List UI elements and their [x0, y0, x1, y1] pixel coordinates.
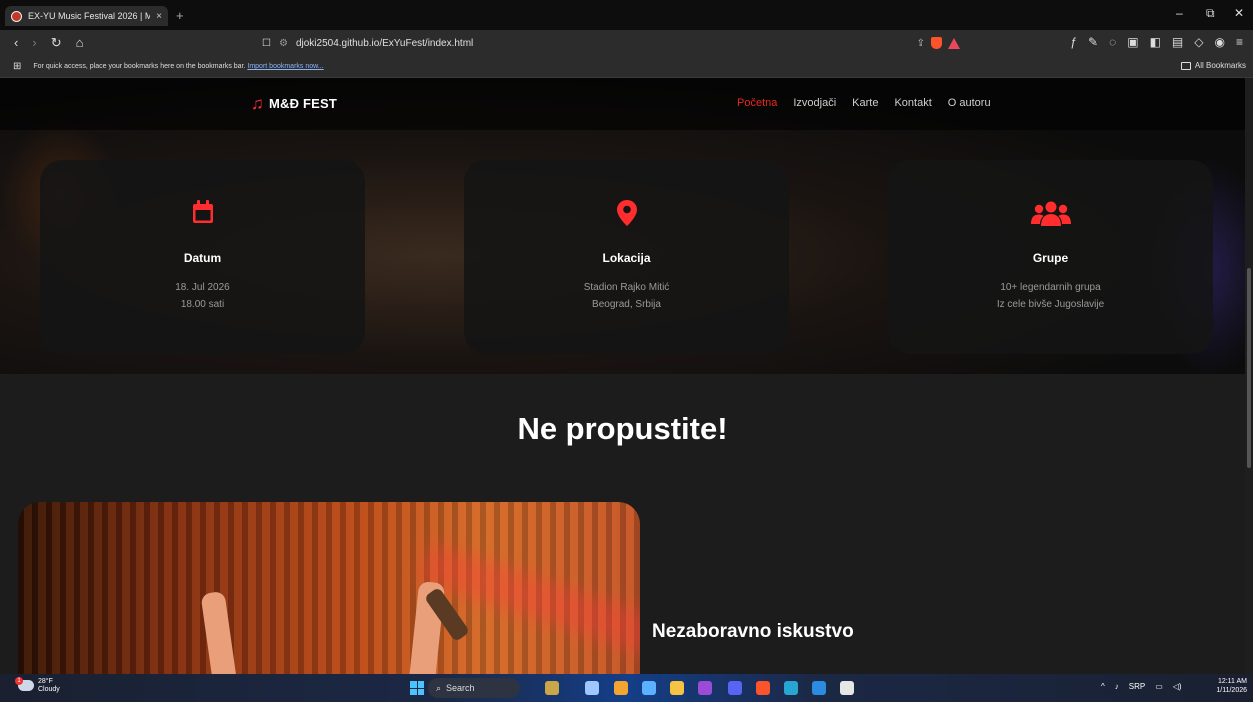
calendar-icon	[192, 200, 214, 229]
clock-time: 12:11 AM	[1217, 678, 1247, 685]
chat-icon[interactable]: ◌	[1109, 35, 1116, 49]
word-icon[interactable]	[840, 681, 854, 695]
home-icon[interactable]: ⌂	[76, 35, 84, 51]
microphone-icon[interactable]: ♪	[1115, 682, 1119, 691]
os-taskbar: 1 28°F Cloudy ⌕ Search ^ ♪ SRP ▭ ◁) 12:11…	[0, 674, 1253, 702]
bookmarks-hint: For quick access, place your bookmarks h…	[33, 63, 246, 70]
info-card-datum: Datum 18. Jul 2026 18.00 sati	[40, 160, 365, 354]
taskbar-clock[interactable]: 12:11 AM 1/11/2026	[1216, 677, 1247, 695]
site-logo[interactable]: ♫ M&Đ FEST	[251, 95, 337, 112]
tab-title: EX-YU Music Festival 2026 | M&	[28, 11, 151, 21]
card-line: 18.00 sati	[180, 299, 225, 310]
extension-icon[interactable]: ƒ	[1070, 35, 1077, 49]
site-favicon-icon	[11, 10, 22, 22]
vpn-icon[interactable]: ◉	[1215, 35, 1225, 49]
users-group-icon	[1030, 200, 1071, 231]
main-menu: Početna Izvodjači Karte Kontakt O autoru	[737, 97, 991, 109]
brave-rewards-icon[interactable]	[948, 37, 960, 49]
weather-temp: 28°F	[38, 678, 53, 685]
address-bar[interactable]: ☐ ⚙ djoki2504.github.io/ExYuFest/index.h…	[262, 33, 968, 53]
tab-close-icon[interactable]: ×	[156, 11, 162, 22]
volume-icon[interactable]: ◁)	[1173, 682, 1182, 691]
page-viewport: ♫ M&Đ FEST Početna Izvodjači Karte Konta…	[0, 78, 1245, 674]
brave-taskbar-icon[interactable]	[756, 681, 770, 695]
leo-icon[interactable]: ◇	[1194, 35, 1203, 49]
info-card-grupe: Grupe 10+ legendarnih grupa Iz cele bivš…	[888, 160, 1213, 354]
screenshot-icon[interactable]: ▣	[1127, 35, 1138, 49]
card-line: Stadion Rajko Mitić	[583, 282, 670, 293]
task-view-icon[interactable]	[585, 681, 599, 695]
weather-badge: 1	[15, 677, 23, 686]
language-indicator[interactable]: SRP	[1129, 682, 1145, 691]
search-label: Search	[446, 683, 475, 693]
windows-start-icon[interactable]	[410, 681, 424, 695]
music-note-icon: ♫	[251, 94, 264, 113]
bookmarks-bar: ⊞ For quick access, place your bookmarks…	[0, 56, 1253, 78]
file-explorer-icon[interactable]	[614, 681, 628, 695]
edge-icon[interactable]	[784, 681, 798, 695]
display-icon[interactable]: ▭	[1155, 682, 1163, 691]
nav-item-kontakt[interactable]: Kontakt	[894, 97, 931, 109]
heart-app-icon[interactable]	[698, 681, 712, 695]
all-bookmarks-label: All Bookmarks	[1194, 61, 1246, 70]
bookmark-page-icon[interactable]: ☐	[262, 38, 271, 49]
page-scrollbar[interactable]	[1245, 78, 1253, 674]
scrollbar-thumb[interactable]	[1247, 268, 1251, 468]
vscode-icon[interactable]	[812, 681, 826, 695]
section-title: Ne propustite!	[517, 411, 728, 446]
apps-grid-icon[interactable]: ⊞	[13, 61, 21, 72]
new-tab-button[interactable]: +	[176, 8, 184, 23]
card-title: Grupe	[1032, 251, 1069, 265]
card-line: Iz cele bivše Jugoslavije	[996, 299, 1105, 310]
browser-toolbar: ‹ › ↻ ⌂ ☐ ⚙ djoki2504.github.io/ExYuFest…	[0, 30, 1253, 56]
all-bookmarks-button[interactable]: All Bookmarks	[1180, 61, 1246, 70]
card-title: Lokacija	[602, 251, 651, 265]
browser-tab-active[interactable]: EX-YU Music Festival 2026 | M& ×	[5, 6, 168, 26]
menu-icon[interactable]: ≡	[1236, 35, 1243, 49]
close-window-button[interactable]: ✕	[1234, 6, 1244, 20]
brave-shields-icon[interactable]	[931, 37, 942, 49]
search-icon: ⌕	[436, 682, 442, 693]
pen-icon[interactable]: ✎	[1088, 35, 1098, 49]
card-line: 10+ legendarnih grupa	[1000, 282, 1101, 293]
info-card-lokacija: Lokacija Stadion Rajko Mitić Beograd, Sr…	[464, 160, 789, 354]
site-settings-icon[interactable]: ⚙	[279, 38, 288, 49]
folder-app-icon[interactable]	[670, 681, 684, 695]
url-text[interactable]: djoki2504.github.io/ExYuFest/index.html	[296, 38, 473, 49]
card-line: Beograd, Srbija	[592, 299, 661, 310]
folder-icon	[1180, 61, 1191, 70]
discord-icon[interactable]	[728, 681, 742, 695]
taskbar-search[interactable]: ⌕ Search	[428, 678, 520, 698]
logo-text: M&Đ FEST	[268, 96, 337, 111]
maximize-button[interactable]: ⧉	[1206, 6, 1215, 21]
teams-icon[interactable]	[642, 681, 656, 695]
widgets-app-icon[interactable]	[545, 681, 559, 695]
back-icon[interactable]: ‹	[14, 35, 18, 51]
nav-item-o-autoru[interactable]: O autoru	[948, 97, 991, 109]
nav-item-pocetna[interactable]: Početna	[737, 97, 777, 109]
concert-photo	[18, 502, 640, 674]
forward-icon[interactable]: ›	[32, 35, 36, 51]
tabs-icon[interactable]: ▤	[1172, 35, 1183, 49]
card-line: 18. Jul 2026	[175, 282, 230, 293]
cloud-icon: 1	[15, 677, 34, 692]
minimize-button[interactable]: –	[1176, 6, 1183, 20]
sidebar-icon[interactable]: ◧	[1150, 35, 1161, 49]
nav-item-karte[interactable]: Karte	[852, 97, 878, 109]
browser-tab-strip: EX-YU Music Festival 2026 | M& × + – ⧉ ✕	[0, 0, 1253, 30]
experience-title: Nezaboravno iskustvo	[652, 621, 854, 642]
import-bookmarks-link[interactable]: Import bookmarks now...	[247, 63, 323, 70]
system-tray: ^ ♪ SRP ▭ ◁)	[1101, 682, 1182, 691]
chevron-up-icon[interactable]: ^	[1101, 682, 1105, 691]
nav-item-izvodjaci[interactable]: Izvodjači	[793, 97, 836, 109]
weather-condition: Cloudy	[38, 685, 60, 693]
card-title: Datum	[183, 251, 222, 265]
reload-icon[interactable]: ↻	[51, 35, 62, 51]
clock-date: 1/11/2026	[1216, 687, 1247, 695]
hero-section: ♫ M&Đ FEST Početna Izvodjači Karte Konta…	[0, 78, 1245, 378]
site-navbar: ♫ M&Đ FEST Početna Izvodjači Karte Konta…	[0, 78, 1245, 130]
weather-widget[interactable]: 1 28°F Cloudy	[15, 677, 60, 693]
share-icon[interactable]: ⇪	[917, 38, 925, 49]
map-pin-icon	[616, 200, 637, 231]
